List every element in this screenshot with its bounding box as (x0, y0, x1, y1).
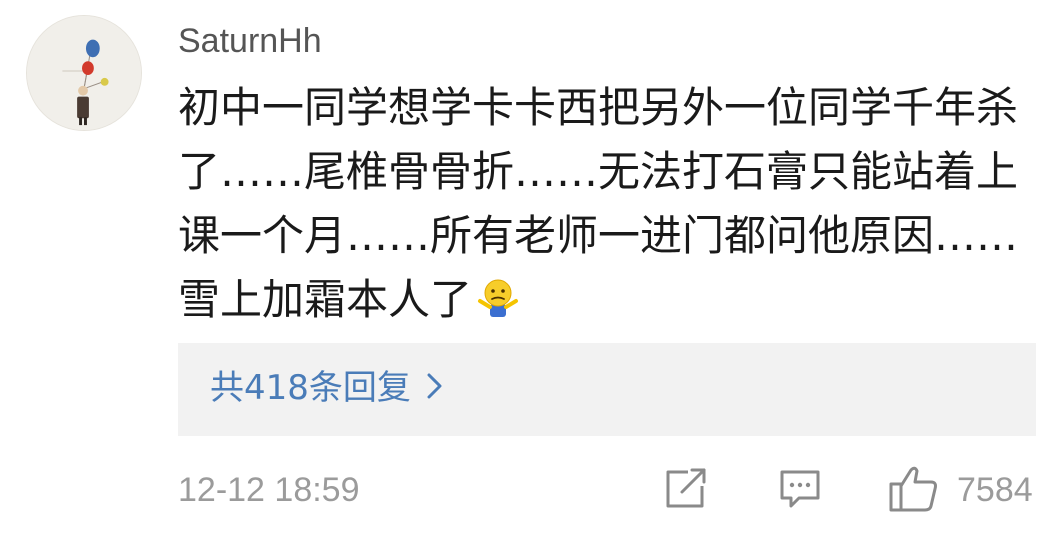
avatar[interactable] (26, 15, 142, 131)
avatar-illustration (27, 16, 141, 130)
replies-button[interactable]: 共418条回复 (178, 343, 1036, 436)
username[interactable]: SaturnHh (178, 18, 322, 64)
replies-link[interactable]: 共418条回复 (210, 365, 445, 411)
shrug-emoji-icon (476, 276, 520, 320)
like-button[interactable]: 7584 (887, 462, 1047, 516)
timestamp: 12-12 18:59 (178, 471, 360, 509)
comment-icon (780, 470, 820, 508)
comment-text-block: 初中一同学想学卡卡西把另外一位同学千年杀了……尾椎骨骨折……无法打石膏只能站着上… (178, 76, 1038, 332)
replies-label: 共418条回复 (210, 368, 411, 408)
share-button[interactable] (662, 462, 710, 516)
chevron-right-icon (425, 371, 445, 401)
share-icon (666, 468, 706, 508)
thumbs-up-icon (889, 466, 937, 512)
comment-text: 初中一同学想学卡卡西把另外一位同学千年杀了……尾椎骨骨折……无法打石膏只能站着上… (178, 83, 1019, 324)
like-count: 7584 (957, 471, 1033, 509)
comment-button[interactable] (777, 462, 823, 516)
